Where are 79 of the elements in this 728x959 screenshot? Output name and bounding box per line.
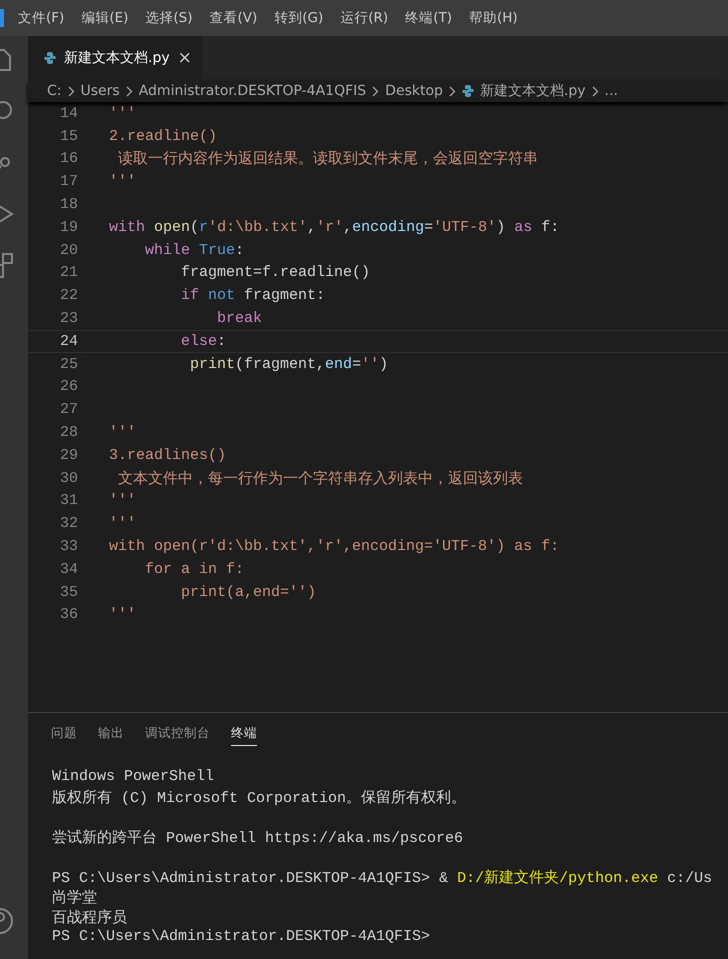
code-line: '''	[109, 515, 136, 532]
code-line: 3.readlines()	[109, 446, 226, 464]
panel-tab[interactable]: 输出	[98, 725, 124, 745]
line-number: 19	[58, 218, 78, 236]
line-number: 29	[58, 446, 78, 464]
panel-tab[interactable]: 调试控制台	[145, 725, 210, 745]
line-number: 30	[58, 470, 78, 487]
terminal-line: 百战程序员	[52, 910, 127, 927]
account-icon[interactable]	[0, 907, 16, 935]
menu-item[interactable]: 运行(R)	[340, 9, 396, 27]
chevron-icon	[68, 86, 74, 96]
line-number: 25	[58, 356, 78, 373]
code-line: 文本文件中，每一行作为一个字符串存入列表中，返回该列表	[117, 469, 524, 488]
chevron-icon	[372, 86, 380, 96]
line-number: 24	[58, 332, 78, 350]
code-line: print(a,end='')	[180, 584, 316, 601]
line-number: 23	[58, 310, 78, 328]
code-line: print(fragment,end='')	[189, 356, 388, 373]
breadcrumb-item[interactable]: Users	[80, 83, 120, 99]
line-number: 14	[58, 104, 78, 122]
menu-item[interactable]: 终端(T)	[405, 9, 460, 27]
code-line: '''	[109, 492, 136, 510]
menu-item[interactable]: 帮助(H)	[468, 9, 526, 27]
line-number: 35	[58, 584, 78, 601]
python-icon	[462, 85, 474, 97]
breadcrumb-item[interactable]: C:	[47, 83, 62, 99]
close-icon[interactable]: ×	[178, 48, 192, 68]
line-number: 18	[58, 196, 78, 214]
line-number: 32	[58, 515, 78, 532]
code-line: '''	[109, 173, 136, 190]
code-line: else:	[180, 332, 226, 350]
chevron-icon	[126, 86, 133, 96]
line-number: 34	[58, 560, 78, 578]
terminal-line: 尝试新的跨平台 PowerShell https://aka.ms/pscore6	[52, 830, 464, 847]
terminal-line: 尚学堂	[52, 890, 97, 907]
panel-tab[interactable]: 问题	[51, 725, 77, 745]
menu-item[interactable]: 选择(S)	[145, 9, 200, 27]
breadcrumb-item[interactable]: Desktop	[385, 83, 443, 99]
breadcrumb-item[interactable]: Administrator.DESKTOP-4A1QFIS	[138, 83, 366, 99]
menu-item[interactable]: 转到(G)	[274, 9, 332, 27]
editor-tab[interactable]: 新建文本文档.py ×	[28, 36, 202, 80]
python-icon	[44, 52, 56, 64]
breadcrumb-item[interactable]: ...	[604, 83, 618, 99]
terminal-line: PS C:\Users\Administrator.DESKTOP-4A1QFIS> & D:/新建文件夹/python.exe c:/Us	[52, 870, 712, 887]
line-number: 28	[58, 424, 78, 442]
code-line: fragment=f.readline()	[180, 264, 370, 282]
line-number: 26	[58, 378, 78, 396]
menu-item[interactable]: 文件(F)	[18, 9, 72, 27]
chevron-icon	[448, 86, 456, 96]
code-line: '''	[109, 104, 136, 122]
line-number: 15	[58, 128, 78, 145]
line-number: 21	[58, 264, 78, 282]
line-number: 17	[58, 173, 78, 190]
line-number: 16	[58, 150, 78, 168]
terminal-line: 版权所有 (C) Microsoft Corporation。保留所有权利。	[52, 790, 466, 807]
panel-tab[interactable]: 终端	[231, 725, 257, 746]
code-line: for a in f:	[144, 560, 244, 578]
line-number: 33	[58, 538, 78, 556]
code-line: '''	[109, 424, 136, 442]
code-line: if not fragment:	[180, 287, 326, 304]
terminal-line: PS C:\Users\Administrator.DESKTOP-4A1QFIS>	[52, 928, 430, 945]
files-icon[interactable]	[0, 48, 14, 74]
code-line: while True:	[144, 242, 244, 259]
line-number: 27	[58, 401, 78, 418]
code-line: 2.readline()	[109, 128, 218, 145]
breadcrumb-item[interactable]: 新建文本文档.py	[480, 82, 586, 100]
code-line: break	[216, 310, 262, 328]
menu-item[interactable]: 查看(V)	[210, 9, 266, 27]
code-line: with open(r'd:\bb.txt','r',encoding='UTF-8') as f:	[109, 538, 560, 556]
line-number: 36	[58, 606, 78, 624]
code-line: '''	[109, 606, 136, 624]
menu-item[interactable]: 编辑(E)	[81, 9, 136, 27]
code-line: 读取一行内容作为返回结果。读取到文件末尾，会返回空字符串	[117, 149, 538, 168]
chevron-icon	[592, 86, 599, 96]
terminal-line: Windows PowerShell	[52, 768, 214, 785]
line-number: 22	[58, 287, 78, 304]
line-number: 31	[58, 492, 78, 510]
line-number: 20	[58, 242, 78, 259]
code-line: with open(r'd:\bb.txt','r',encoding='UTF-8') as f:	[109, 218, 560, 236]
